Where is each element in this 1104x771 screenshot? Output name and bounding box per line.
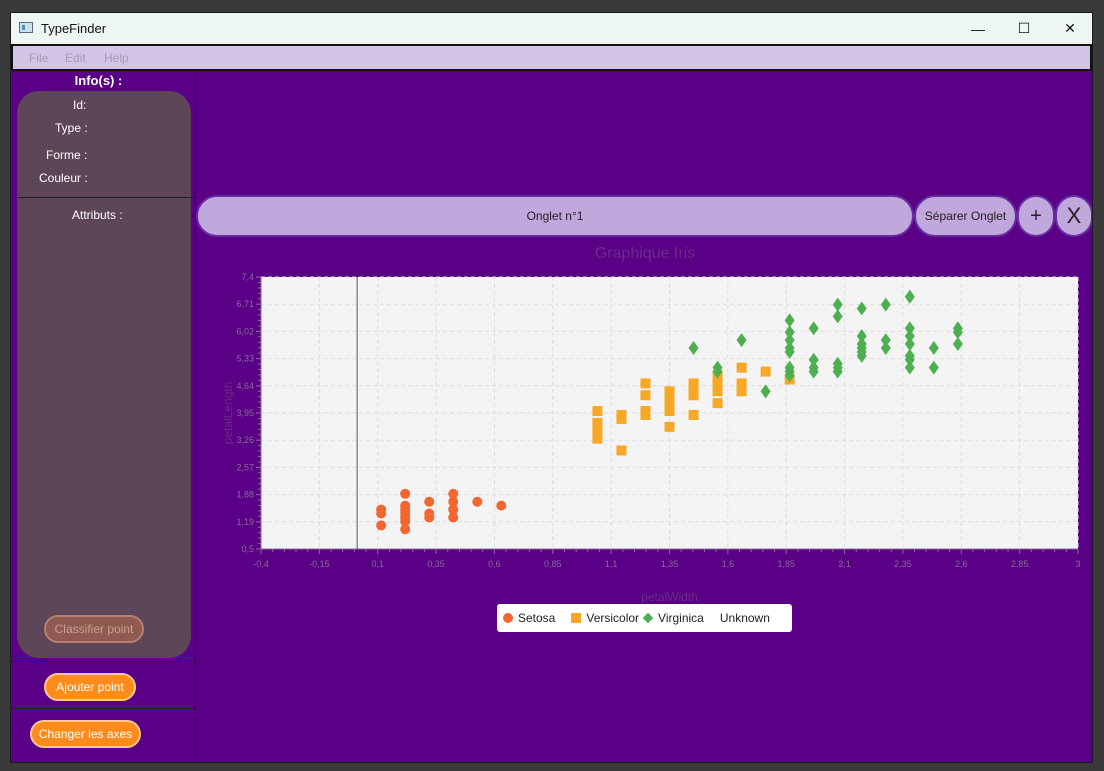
versicolor-point	[616, 445, 627, 456]
changer-axes-button[interactable]: Changer les axes	[30, 720, 141, 748]
x-tick-label: -0,4	[253, 559, 269, 569]
minimize-button[interactable]: —	[955, 13, 1001, 44]
versicolor-point	[664, 421, 675, 432]
y-tick-label: 3,95	[236, 408, 254, 418]
info-divider	[17, 197, 195, 198]
x-tick-label: 1,1	[605, 559, 618, 569]
close-button[interactable]: ✕	[1047, 13, 1092, 44]
x-tick-label: 2,85	[1011, 559, 1029, 569]
x-axis-label: petalWidth	[641, 590, 698, 603]
attributs-label: Attributs :	[72, 208, 123, 222]
versicolor-point	[640, 409, 651, 420]
setosa-point	[448, 512, 459, 523]
classifier-point-button[interactable]: Classifier point	[44, 615, 144, 643]
ajouter-point-button[interactable]: Ajouter point	[44, 673, 136, 701]
window-title: TypeFinder	[41, 21, 107, 36]
versicolor-point	[640, 378, 651, 389]
add-tab-button[interactable]: +	[1017, 195, 1055, 237]
setosa-point	[496, 500, 507, 511]
info-title: Info(s) :	[74, 73, 123, 88]
setosa-point	[400, 488, 411, 499]
panel-divider	[11, 708, 196, 709]
legend-label-unknown: Unknown	[719, 611, 770, 625]
title-bar: TypeFinder — ☐ ✕	[11, 13, 1092, 44]
legend-label-setosa: Setosa	[518, 611, 556, 625]
x-tick-label: 2,6	[955, 559, 968, 569]
y-tick-label: 6,71	[236, 299, 254, 309]
info-panel: Info(s) : Id: Type : Forme : Couleur : A…	[11, 71, 196, 762]
x-tick-label: 1,6	[722, 559, 735, 569]
versicolor-point	[592, 433, 603, 444]
versicolor-point	[664, 402, 675, 413]
setosa-point	[424, 496, 435, 507]
y-tick-label: 7,4	[241, 272, 254, 282]
x-tick-label: 2,35	[894, 559, 912, 569]
versicolor-point	[640, 390, 651, 401]
setosa-point	[400, 500, 411, 511]
x-tick-label: 0,85	[544, 559, 562, 569]
setosa-point	[448, 488, 459, 499]
scatter-chart[interactable]: -0,4 -0,15 0,1 0,35 0,6 0,85 1,1 1,35 1,6 1,85 2,1…	[206, 268, 1093, 603]
y-axis-label: petalLength	[221, 382, 235, 445]
app-icon	[19, 22, 33, 33]
versicolor-point	[664, 386, 675, 397]
menu-file[interactable]: File	[29, 51, 48, 65]
legend-item-setosa: Setosa	[503, 611, 555, 625]
x-tick-label: 0,6	[488, 559, 501, 569]
diamond-icon	[642, 612, 654, 624]
app-window: TypeFinder — ☐ ✕ File Edit Help Info(s) …	[10, 12, 1093, 763]
y-tick-label: 1,88	[236, 490, 254, 500]
x-tick-label: -0,15	[309, 559, 330, 569]
x-tick-label: 0,35	[427, 559, 445, 569]
menu-help[interactable]: Help	[104, 51, 129, 65]
x-tick-label: 1,35	[661, 559, 679, 569]
legend-item-versicolor: Versicolor	[571, 611, 639, 625]
versicolor-point	[736, 362, 747, 373]
menu-bar: File Edit Help	[11, 44, 1092, 71]
versicolor-point	[688, 409, 699, 420]
versicolor-point	[592, 417, 603, 428]
y-tick-label: 2,57	[236, 462, 254, 472]
separate-tab-button[interactable]: Séparer Onglet	[914, 195, 1017, 237]
circle-icon	[503, 613, 513, 623]
chart-title: Graphique Iris	[594, 245, 696, 262]
y-tick-label: 0,5	[241, 544, 254, 554]
y-tick-label: 3,26	[236, 435, 254, 445]
maximize-button[interactable]: ☐	[1001, 13, 1047, 44]
tab-onglet-1[interactable]: Onglet n°1	[196, 195, 914, 237]
x-tick-label: 1,85	[777, 559, 795, 569]
square-icon	[571, 613, 582, 623]
versicolor-point	[616, 413, 627, 424]
id-label: Id:	[73, 98, 87, 112]
legend-label-versicolor: Versicolor	[586, 611, 640, 625]
setosa-point	[424, 512, 435, 523]
versicolor-point	[688, 382, 699, 393]
panel-divider	[11, 661, 196, 662]
legend-label-virginica: Virginica	[658, 611, 704, 625]
y-tick-label: 6,02	[236, 326, 254, 336]
setosa-point	[376, 504, 387, 515]
x-tick-label: 2,1	[838, 559, 851, 569]
y-tick-label: 4,64	[236, 381, 254, 391]
y-tick-label: 1,19	[236, 517, 254, 527]
versicolor-point	[712, 398, 723, 409]
chart-legend: Setosa Versicolor Virginica Unknown	[497, 604, 792, 632]
setosa-point	[376, 520, 387, 531]
couleur-label: Couleur :	[39, 171, 88, 185]
versicolor-point	[736, 378, 747, 389]
x-tick-label: 3	[1075, 559, 1080, 569]
legend-item-virginica: Virginica	[642, 611, 704, 625]
legend-item-unknown: Unknown	[720, 611, 770, 625]
setosa-point	[472, 496, 483, 507]
x-tick-label: 0,1	[371, 559, 384, 569]
y-tick-label: 5,33	[236, 354, 254, 364]
forme-label: Forme :	[46, 148, 88, 162]
setosa-point	[400, 524, 411, 535]
type-label: Type :	[55, 121, 88, 135]
versicolor-point	[592, 406, 603, 417]
versicolor-point	[760, 366, 771, 377]
menu-edit[interactable]: Edit	[65, 51, 86, 65]
close-tab-button[interactable]: X	[1055, 195, 1092, 237]
